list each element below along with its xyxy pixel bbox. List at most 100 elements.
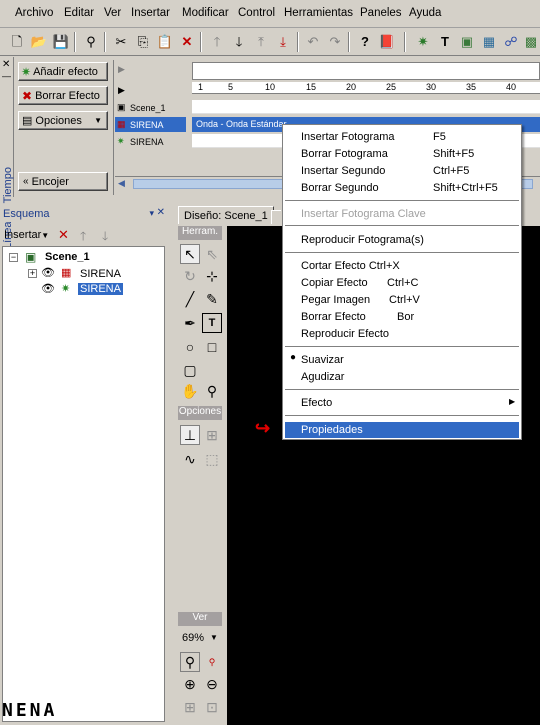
insert-button-icon[interactable]: ☍ (502, 32, 520, 50)
menu-item-delete-effect[interactable]: Borrar Efecto (301, 310, 366, 325)
play-icon[interactable]: ▶ (118, 85, 125, 96)
book-icon[interactable]: 📕 (378, 32, 396, 50)
menu-item-insert-frame[interactable]: Insertar Fotograma (301, 130, 395, 145)
snap-view-icon[interactable]: ⊡ (202, 697, 222, 717)
redo-icon[interactable]: ↷ (326, 32, 344, 50)
delete-icon[interactable]: ✕ (58, 227, 69, 243)
insert-image-icon[interactable]: ▣ (458, 32, 476, 50)
delete-effect-button[interactable]: ✖ Borrar Efecto (18, 86, 108, 105)
snap-icon[interactable]: ⊥ (180, 425, 200, 445)
ellipse-icon[interactable]: ○ (180, 337, 200, 357)
menu-editar[interactable]: Editar (64, 7, 94, 19)
menu-item-effect[interactable]: Efecto (301, 396, 332, 411)
menu-ver[interactable]: Ver (104, 7, 121, 19)
expand-icon[interactable]: + (28, 269, 37, 278)
scroll-left-icon[interactable]: ◀ (118, 178, 125, 189)
move-down-icon[interactable]: 🡓 (230, 32, 248, 50)
tab-fragment[interactable] (271, 210, 281, 224)
insert-dropdown[interactable]: Insertar▼ (4, 229, 49, 241)
chevron-down-icon[interactable]: ▼ (210, 633, 218, 642)
dock-icon[interactable]: ▾ (149, 208, 154, 219)
timeline-row[interactable] (192, 100, 540, 114)
pencil-icon[interactable]: ✎ (202, 289, 222, 309)
play-icon[interactable]: ▶ (118, 64, 125, 75)
undo-icon[interactable]: ↶ (304, 32, 322, 50)
save-icon[interactable]: 💾 (52, 32, 70, 50)
move-up-icon[interactable]: 🡑 (208, 32, 226, 50)
eye-icon[interactable]: 👁 (41, 266, 55, 279)
delete-icon[interactable]: ✕ (178, 32, 196, 50)
new-file-icon[interactable]: 🗋 (8, 32, 26, 50)
move-bottom-icon[interactable]: ⤓ (274, 32, 292, 50)
menu-modificar[interactable]: Modificar (182, 7, 229, 19)
tree-scene[interactable]: Scene_1 (45, 251, 90, 263)
menu-paneles[interactable]: Paneles (360, 7, 402, 19)
text-tool-icon[interactable]: T (202, 313, 222, 333)
menu-item-copy-effect[interactable]: Copiar Efecto (301, 276, 368, 291)
close-icon[interactable]: ✕ (2, 59, 10, 70)
zoom-level[interactable]: 69% (182, 632, 204, 644)
options-dropdown-button[interactable]: ▤ Opciones ▼ (18, 111, 108, 130)
menu-archivo[interactable]: Archivo (15, 7, 53, 19)
zoom-in-icon[interactable]: ⊕ (180, 674, 200, 694)
eye-icon[interactable]: 👁 (41, 282, 55, 295)
open-folder-icon[interactable]: 📂 (30, 32, 48, 50)
rectangle-icon[interactable]: □ (202, 337, 222, 357)
shrink-button[interactable]: « Encojer (18, 172, 108, 191)
layer-scene[interactable]: ▣ Scene_1 (115, 100, 186, 115)
menu-item-sharpen[interactable]: Agudizar (301, 370, 344, 385)
layer-sirena-selected[interactable]: ▦ SIRENA (115, 117, 186, 132)
transform-icon[interactable]: ⊹ (202, 266, 222, 286)
transform-box-icon[interactable]: ⬚ (202, 449, 222, 469)
insert-effect-icon[interactable]: ✷ (414, 32, 432, 50)
copy-icon[interactable]: ⎘ (134, 32, 152, 50)
tree-item-selected[interactable]: SIRENA (78, 283, 123, 295)
insert-picture-icon[interactable]: ▦ (480, 32, 498, 50)
menu-item-cut-effect[interactable]: Cortar Efecto Ctrl+X (301, 259, 400, 274)
menu-herramientas[interactable]: Herramientas (284, 7, 353, 19)
move-up-icon[interactable]: 🡑 (80, 227, 86, 248)
paste-icon[interactable]: 📋 (156, 32, 174, 50)
menu-item-delete-frame[interactable]: Borrar Fotograma (301, 147, 388, 162)
zoom-icon[interactable]: ⚲ (202, 381, 222, 401)
rounded-rect-icon[interactable]: ▢ (180, 360, 200, 380)
grid-view-icon[interactable]: ⊞ (180, 697, 200, 717)
add-effect-button[interactable]: ✷ Añadir efecto (18, 62, 108, 81)
layer-sirena[interactable]: ✷ SIRENA (115, 134, 186, 149)
line-icon[interactable]: ╱ (180, 289, 200, 309)
subselect-icon[interactable]: ⇖ (202, 244, 222, 264)
select-arrow-icon[interactable]: ↖ (180, 244, 200, 264)
minimize-icon[interactable]: — (2, 71, 11, 81)
grid-icon[interactable]: ⊞ (202, 425, 222, 445)
menu-item-paste-image[interactable]: Pegar Imagen (301, 293, 370, 308)
insert-sprite-icon[interactable]: ▩ (522, 32, 540, 50)
insert-text-icon[interactable]: T (436, 32, 454, 50)
menu-item-play-frames[interactable]: Reproducir Fotograma(s) (301, 233, 424, 248)
menu-item-delete-second[interactable]: Borrar Segundo (301, 181, 379, 196)
menu-item-smooth[interactable]: Suavizar (301, 353, 344, 368)
zoom-out-icon[interactable]: ⊖ (202, 674, 222, 694)
menu-item-insert-second[interactable]: Insertar Segundo (301, 164, 385, 179)
close-icon[interactable]: ✕ (157, 207, 165, 218)
tree-item[interactable]: SIRENA (80, 268, 121, 280)
move-top-icon[interactable]: ⤒ (252, 32, 270, 50)
menu-insertar[interactable]: Insertar (131, 7, 170, 19)
menu-ayuda[interactable]: Ayuda (409, 7, 441, 19)
collapse-icon[interactable]: − (9, 253, 18, 262)
menu-control[interactable]: Control (238, 7, 275, 19)
tab-design[interactable]: Diseño: Scene_1 (178, 206, 274, 224)
rotate-icon[interactable]: ↻ (180, 266, 200, 286)
help-pointer-icon[interactable]: ? (356, 32, 374, 50)
zoom-fit-icon[interactable]: ⚲ (180, 652, 200, 672)
cut-icon[interactable]: ✂ (112, 32, 130, 50)
find-binoculars-icon[interactable]: ⚲ (82, 32, 100, 50)
move-down-icon[interactable]: 🡓 (102, 227, 108, 248)
menu-item-properties-highlight[interactable]: Propiedades (285, 422, 519, 438)
hand-icon[interactable]: ✋ (180, 381, 200, 401)
timeline-scroll-strip[interactable] (192, 62, 540, 80)
pen-icon[interactable]: ✒ (180, 313, 200, 333)
menu-item-play-effect[interactable]: Reproducir Efecto (301, 327, 389, 342)
bezier-icon[interactable]: ∿ (180, 449, 200, 469)
zoom-100-icon[interactable]: ⚲ (202, 652, 222, 672)
menu-item-properties[interactable]: Propiedades (301, 422, 363, 438)
